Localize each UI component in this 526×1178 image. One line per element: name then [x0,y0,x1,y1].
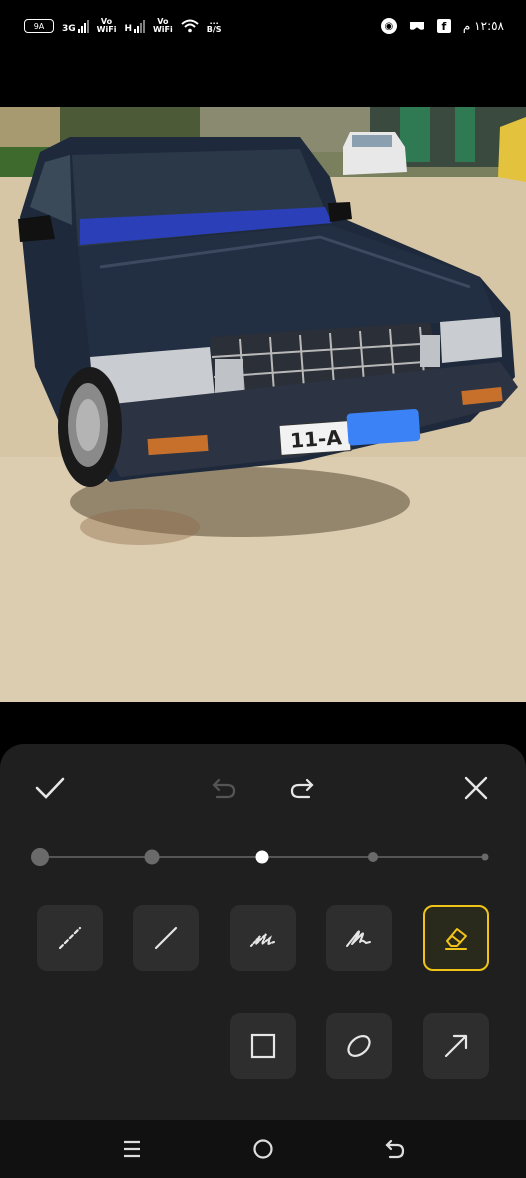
dashed-line-tool[interactable] [37,905,103,971]
dashed-line-icon [58,926,82,950]
license-plate-text: 11-A [289,425,343,453]
network-h-label: H [124,24,132,34]
brush-size-option-2[interactable] [144,849,160,865]
wifi-icon [181,19,199,33]
brush-size-option-1[interactable] [31,848,49,866]
system-navigation-bar [0,1120,526,1178]
dotted-brush-tool[interactable] [230,905,296,971]
car-image: 11-A [0,107,526,702]
status-bar: 9A 3G Vo WiFi H Vo WiFi ... B/S ◉ f ١٢:٥٨ م [0,0,526,60]
brush-size-option-5[interactable] [481,853,489,861]
rectangle-tool[interactable] [230,1013,296,1079]
battery-level: 9A [33,21,45,31]
ellipse-icon [347,1035,371,1057]
check-icon [35,777,65,799]
undo-icon [212,778,236,799]
dotted-brush-icon [250,933,275,947]
signal-strength-icon-2 [133,19,145,33]
recents-icon [124,1140,140,1158]
brush-size-option-3[interactable] [255,850,269,864]
close-icon [464,776,488,800]
redo-icon [290,778,314,799]
back-button[interactable] [380,1134,410,1164]
facebook-icon: f [436,19,451,33]
data-speed-indicator: ... B/S [206,17,222,34]
brush-size-option-4[interactable] [368,852,378,862]
redo-button[interactable] [280,766,324,810]
straight-line-tool[interactable] [133,905,199,971]
drawing-tools-panel [0,744,526,1120]
brush-size-slider[interactable] [31,848,489,866]
straight-line-icon [154,926,178,950]
eraser-icon [445,928,467,950]
back-icon [385,1139,405,1159]
screen-record-icon: ◉ [380,18,397,34]
eraser-tool[interactable] [423,905,489,971]
vowifi-indicator: Vo WiFi [96,17,117,34]
arrow-icon [444,1034,468,1058]
rectangle-icon [250,1033,276,1059]
home-button[interactable] [248,1134,278,1164]
battery-icon: 9A [24,19,54,33]
signal-strength-icon [77,19,89,33]
clock: ١٢:٥٨ م [462,19,504,33]
network-3g-label: 3G [62,24,76,34]
undo-button[interactable] [202,766,246,810]
confirm-button[interactable] [28,766,72,810]
car-photo[interactable]: 11-A [0,107,526,702]
close-button[interactable] [454,766,498,810]
ellipse-tool[interactable] [326,1013,392,1079]
home-icon [253,1139,273,1159]
vr-mask-icon [409,22,424,30]
recents-button[interactable] [117,1134,147,1164]
arrow-tool[interactable] [423,1013,489,1079]
scribble-pen-icon [346,930,371,947]
vowifi-indicator-2: Vo WiFi [152,17,173,34]
scribble-pen-tool[interactable] [326,905,392,971]
